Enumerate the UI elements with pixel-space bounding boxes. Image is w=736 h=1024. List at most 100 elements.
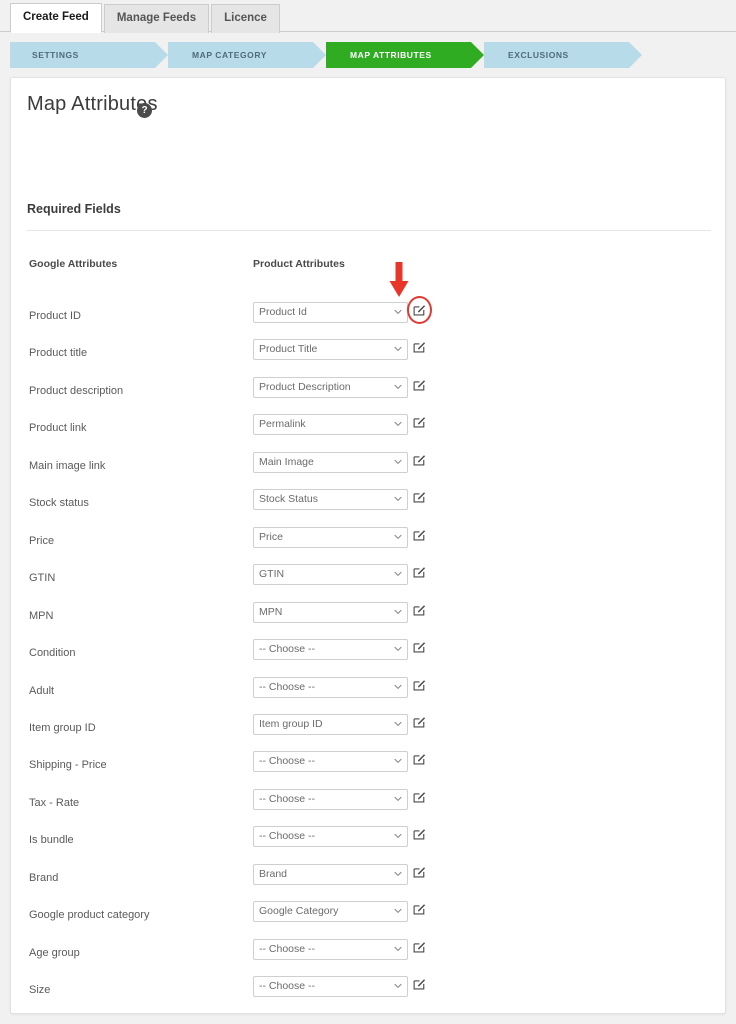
- google-attribute-label: Price: [29, 535, 54, 547]
- google-attribute-label: MPN: [29, 610, 53, 622]
- attribute-mapping-row: Product link Permalink: [11, 412, 726, 450]
- attribute-mapping-row: Item group ID Item group ID: [11, 712, 726, 750]
- column-header-product-attributes: Product Attributes: [253, 258, 345, 270]
- product-attribute-select-wrapper: -- Choose --: [253, 789, 408, 810]
- product-attribute-select-wrapper: MPN: [253, 602, 408, 623]
- edit-pencil-icon[interactable]: [413, 752, 426, 765]
- google-attribute-label: Item group ID: [29, 722, 96, 734]
- product-attribute-select[interactable]: Product Id: [253, 302, 408, 323]
- step-exclusions[interactable]: EXCLUSIONS: [484, 42, 629, 68]
- product-attribute-select[interactable]: Permalink: [253, 414, 408, 435]
- attribute-mapping-row: Is bundle-- Choose --: [11, 824, 726, 862]
- product-attribute-select-wrapper: Main Image: [253, 452, 408, 473]
- edit-pencil-icon[interactable]: [413, 715, 426, 728]
- product-attribute-select-wrapper: Google Category: [253, 901, 408, 922]
- product-attribute-select[interactable]: Product Description: [253, 377, 408, 398]
- google-attribute-label: Size: [29, 984, 50, 996]
- google-attribute-label: Age group: [29, 947, 80, 959]
- attribute-mapping-row: MPN MPN: [11, 600, 726, 638]
- product-attribute-select[interactable]: Item group ID: [253, 714, 408, 735]
- product-attribute-select[interactable]: Main Image: [253, 452, 408, 473]
- product-attribute-select-wrapper: Price: [253, 527, 408, 548]
- attribute-mapping-row: Tax - Rate -- Choose --: [11, 787, 726, 825]
- product-attribute-select[interactable]: MPN: [253, 602, 408, 623]
- product-attribute-select[interactable]: -- Choose --: [253, 677, 408, 698]
- product-attribute-select[interactable]: -- Choose --: [253, 751, 408, 772]
- tab-licence[interactable]: Licence: [211, 4, 280, 33]
- google-attribute-label: Google product category: [29, 909, 149, 921]
- product-attribute-select[interactable]: -- Choose --: [253, 976, 408, 997]
- product-attribute-select-wrapper: Product Id: [253, 302, 408, 323]
- attribute-mapping-row: Condition -- Choose --: [11, 637, 726, 675]
- product-attribute-select-wrapper: Product Description: [253, 377, 408, 398]
- product-attribute-select[interactable]: GTIN: [253, 564, 408, 585]
- attribute-mapping-row: Product title Product Title: [11, 337, 726, 375]
- edit-pencil-icon[interactable]: [413, 528, 426, 541]
- product-attribute-select[interactable]: Google Category: [253, 901, 408, 922]
- question-mark-icon[interactable]: ?: [137, 103, 152, 118]
- google-attribute-label: Product description: [29, 385, 123, 397]
- attribute-mapping-row: GTIN GTIN: [11, 562, 726, 600]
- google-attribute-label: Shipping - Price: [29, 759, 107, 771]
- attribute-mapping-row: Main image linkMain Image: [11, 450, 726, 488]
- google-attribute-label: Stock status: [29, 497, 89, 509]
- edit-pencil-icon[interactable]: [413, 378, 426, 391]
- edit-pencil-icon[interactable]: [413, 603, 426, 616]
- edit-pencil-icon[interactable]: [413, 453, 426, 466]
- top-tab-bar: Create Feed Manage Feeds Licence: [0, 0, 736, 32]
- edit-pencil-icon[interactable]: [413, 490, 426, 503]
- step-map-category[interactable]: MAP CATEGORY: [168, 42, 313, 68]
- edit-pencil-icon[interactable]: [413, 865, 426, 878]
- product-attribute-select-wrapper: -- Choose --: [253, 639, 408, 660]
- tab-manage-feeds[interactable]: Manage Feeds: [104, 4, 209, 33]
- edit-pencil-icon[interactable]: [413, 940, 426, 953]
- step-map-category-label: MAP CATEGORY: [192, 50, 267, 60]
- product-attribute-select[interactable]: Product Title: [253, 339, 408, 360]
- attribute-mapping-row: Brand Brand: [11, 862, 726, 900]
- step-map-attributes[interactable]: MAP ATTRIBUTES: [326, 42, 471, 68]
- step-settings-label: SETTINGS: [32, 50, 79, 60]
- product-attribute-select[interactable]: -- Choose --: [253, 939, 408, 960]
- required-fields-heading: Required Fields: [27, 202, 121, 216]
- product-attribute-select[interactable]: -- Choose --: [253, 639, 408, 660]
- attribute-mapping-row: Price Price: [11, 525, 726, 563]
- product-attribute-select[interactable]: Price: [253, 527, 408, 548]
- edit-pencil-icon[interactable]: [413, 415, 426, 428]
- product-attribute-select[interactable]: Brand: [253, 864, 408, 885]
- product-attribute-select[interactable]: -- Choose --: [253, 826, 408, 847]
- edit-pencil-icon[interactable]: [413, 565, 426, 578]
- wizard-step-breadcrumb: SETTINGS MAP CATEGORY MAP ATTRIBUTES EXC…: [10, 42, 642, 68]
- google-attribute-label: Brand: [29, 872, 58, 884]
- edit-pencil-icon[interactable]: [413, 678, 426, 691]
- step-map-attributes-label: MAP ATTRIBUTES: [350, 50, 432, 60]
- product-attribute-select[interactable]: Stock Status: [253, 489, 408, 510]
- edit-pencil-icon[interactable]: [413, 640, 426, 653]
- google-attribute-label: GTIN: [29, 572, 55, 584]
- attribute-mapping-row: Product ID Product Id: [11, 300, 726, 338]
- edit-pencil-icon[interactable]: [413, 977, 426, 990]
- google-attribute-label: Product ID: [29, 310, 81, 322]
- product-attribute-select-wrapper: GTIN: [253, 564, 408, 585]
- column-header-google-attributes: Google Attributes: [29, 258, 117, 270]
- attribute-mapping-row: Stock status Stock Status: [11, 487, 726, 525]
- page-root: Create Feed Manage Feeds Licence SETTING…: [0, 0, 736, 1024]
- edit-pencil-icon[interactable]: [413, 790, 426, 803]
- google-attribute-label: Condition: [29, 647, 75, 659]
- edit-pencil-icon[interactable]: [413, 303, 426, 316]
- edit-pencil-icon[interactable]: [413, 827, 426, 840]
- attribute-mapping-row: Size -- Choose --: [11, 974, 726, 1012]
- divider-under-required-heading: [27, 230, 711, 231]
- product-attribute-select-wrapper: Brand: [253, 864, 408, 885]
- google-attribute-label: Product link: [29, 422, 86, 434]
- map-attributes-panel: Map Attributes ? Required Fields Google …: [10, 77, 726, 1014]
- product-attribute-select-wrapper: -- Choose --: [253, 939, 408, 960]
- step-settings[interactable]: SETTINGS: [10, 42, 155, 68]
- tab-licence-label: Licence: [224, 12, 267, 24]
- tab-create-feed[interactable]: Create Feed: [10, 3, 102, 33]
- edit-pencil-icon[interactable]: [413, 902, 426, 915]
- product-attribute-select-wrapper: Product Title: [253, 339, 408, 360]
- google-attribute-label: Tax - Rate: [29, 797, 79, 809]
- edit-pencil-icon[interactable]: [413, 340, 426, 353]
- product-attribute-select[interactable]: -- Choose --: [253, 789, 408, 810]
- google-attribute-label: Product title: [29, 347, 87, 359]
